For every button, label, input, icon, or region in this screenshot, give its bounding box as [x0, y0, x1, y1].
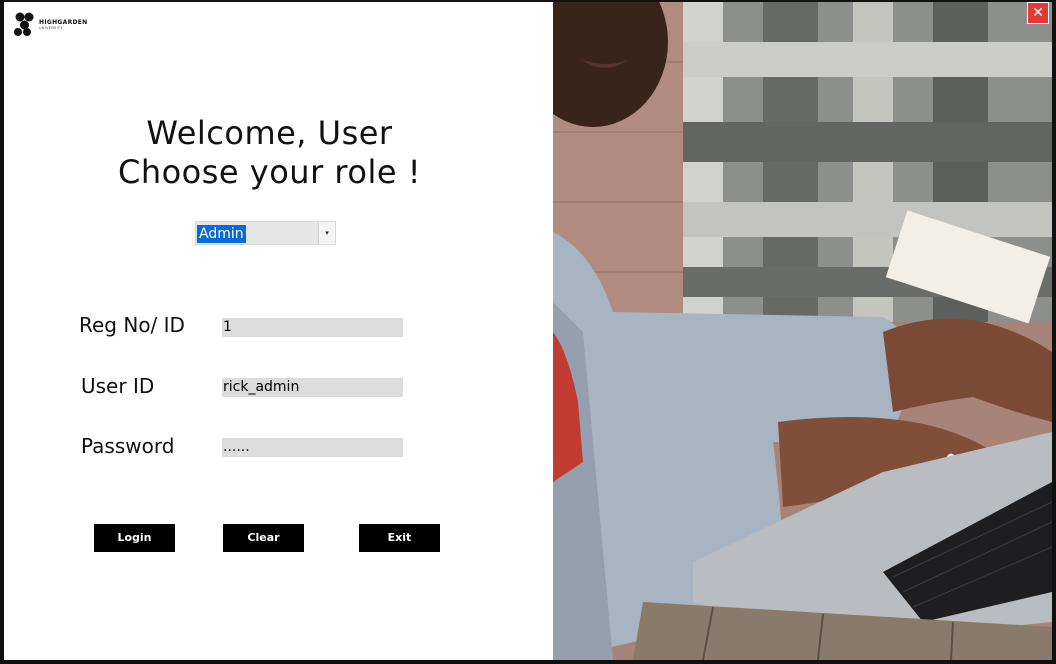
welcome-heading: Welcome, User: [146, 114, 393, 152]
password-input[interactable]: ......: [222, 438, 403, 457]
logo-name: HIGHGARDEN: [39, 18, 88, 26]
close-icon[interactable]: ✕: [1027, 2, 1049, 24]
login-button[interactable]: Login: [94, 524, 175, 552]
chevron-down-icon[interactable]: ▾: [318, 222, 335, 244]
clear-button[interactable]: Clear: [223, 524, 304, 552]
logo-subtitle: UNIVERSITY: [39, 25, 63, 30]
login-panel: HIGHGARDEN UNIVERSITY Welcome, User Choo…: [4, 2, 553, 660]
user-id-input[interactable]: rick_admin: [222, 378, 403, 397]
user-id-label: User ID: [81, 374, 155, 398]
reg-no-label: Reg No/ ID: [79, 313, 185, 337]
role-prompt-heading: Choose your role !: [117, 153, 422, 191]
photo-illustration: [553, 2, 1052, 660]
laptop-photo: [553, 2, 1052, 660]
exit-button[interactable]: Exit: [359, 524, 440, 552]
role-selected-value: Admin: [197, 225, 246, 243]
role-dropdown[interactable]: Admin ▾: [195, 221, 336, 245]
logo-text: HIGHGARDEN UNIVERSITY: [39, 18, 88, 31]
university-logo: HIGHGARDEN UNIVERSITY: [14, 12, 88, 38]
login-window: HIGHGARDEN UNIVERSITY Welcome, User Choo…: [0, 0, 1056, 664]
password-label: Password: [81, 434, 175, 458]
hexagon-cluster-logo-icon: [14, 12, 34, 36]
reg-no-input[interactable]: 1: [222, 318, 403, 337]
